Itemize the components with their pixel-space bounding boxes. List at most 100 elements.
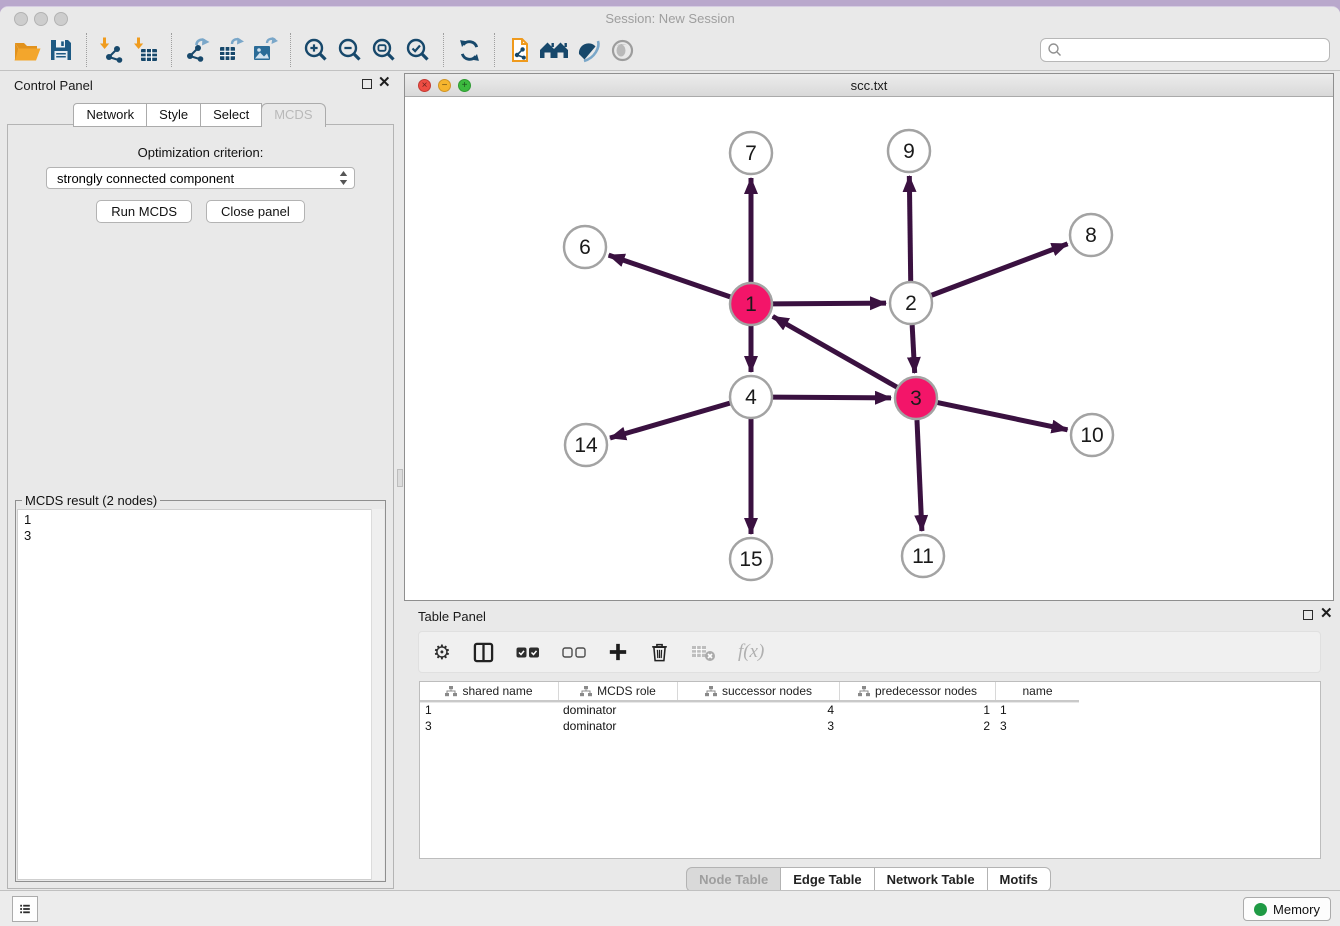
close-panel-icon[interactable]: ✕ [378,74,391,92]
graph-edge-2-3[interactable] [912,325,915,373]
table-cell: 2 [839,718,995,734]
delete-rows-button[interactable] [650,641,669,663]
tab-mcds[interactable]: MCDS [261,103,325,127]
save-session-button[interactable] [44,34,78,66]
mcds-result-box: MCDS result (2 nodes) 13 [15,500,386,882]
run-mcds-button[interactable]: Run MCDS [96,200,192,223]
network-maximize-button[interactable]: + [458,79,471,92]
zoom-fit-button[interactable] [367,34,401,66]
vertical-split-handle[interactable] [397,469,403,487]
zoom-selected-button[interactable] [401,34,435,66]
import-network-button[interactable] [95,34,129,66]
control-panel: Control Panel ✕ Network Style Select MCD… [0,72,400,897]
tab-style[interactable]: Style [146,103,201,127]
tab-edge-table[interactable]: Edge Table [780,867,874,892]
mcds-panel-body: Optimization criterion: strongly connect… [7,124,394,889]
delete-icon [650,641,669,663]
apply-function-button[interactable]: f(x) [738,641,764,663]
clone-network-button[interactable] [503,34,537,66]
zoom-in-button[interactable] [299,34,333,66]
task-history-button[interactable] [12,896,38,922]
table-row[interactable]: 1dominator411 [420,702,1320,718]
deselect-all-columns-button[interactable] [562,647,586,658]
toolbar-separator [290,33,291,67]
tab-motifs[interactable]: Motifs [987,867,1051,892]
tab-network[interactable]: Network [73,103,147,127]
tab-select[interactable]: Select [200,103,262,127]
select-all-columns-button[interactable] [516,647,540,658]
select-all-icon [516,647,540,658]
import-table-button[interactable] [129,34,163,66]
toolbar-separator [86,33,87,67]
graph-edge-3-1[interactable] [773,316,897,387]
mcds-result-text[interactable]: 13 [17,509,384,880]
eye-button[interactable] [605,34,639,66]
search-icon [1047,42,1063,58]
tab-node-table[interactable]: Node Table [686,867,781,892]
graph-node-label: 6 [579,236,591,259]
zoom-selected-icon [405,37,431,63]
window-zoom-button[interactable] [54,12,68,26]
graph-node-label: 3 [910,387,922,410]
export-table-button[interactable] [214,34,248,66]
import-table-icon [133,37,159,63]
column-header-shared-name[interactable]: shared name [420,682,558,700]
network-close-button[interactable]: × [418,79,431,92]
network-minimize-button[interactable]: − [438,79,451,92]
close-panel-button[interactable]: Close panel [206,200,305,223]
graph-edge-3-10[interactable] [938,403,1068,430]
refresh-button[interactable] [452,34,486,66]
table-settings-button[interactable]: ⚙ [433,642,451,662]
memory-label: Memory [1273,902,1320,917]
tab-network-table[interactable]: Network Table [874,867,988,892]
graph-edge-2-9[interactable] [909,176,910,281]
hierarchy-icon [858,686,870,697]
table-body: 1dominator4113dominator323 [420,702,1320,734]
search-input[interactable] [1063,42,1323,59]
home-button[interactable] [537,34,571,66]
zoom-out-button[interactable] [333,34,367,66]
graph-edge-4-14[interactable] [610,403,730,438]
optimization-criterion-label: Optimization criterion: [8,145,393,160]
column-header-predecessor-nodes[interactable]: predecessor nodes [839,682,995,700]
zoom-in-icon [303,37,329,63]
window-close-button[interactable] [14,12,28,26]
hierarchy-icon [705,686,717,697]
export-network-button[interactable] [180,34,214,66]
graph-node-label: 15 [739,548,762,571]
hide-style-button[interactable] [571,34,605,66]
optimization-criterion-select[interactable]: strongly connected component [46,167,355,189]
table-cell: 4 [677,702,839,718]
open-session-button[interactable] [10,34,44,66]
column-header-MCDS-role[interactable]: MCDS role [558,682,677,700]
selected-option: strongly connected component [57,171,234,186]
main-window: Session: New Session [0,6,1340,926]
window-minimize-button[interactable] [34,12,48,26]
column-header-successor-nodes[interactable]: successor nodes [677,682,839,700]
table-panel: Table Panel ✕ ⚙ [404,603,1334,897]
graph-edge-3-11[interactable] [917,420,922,531]
export-image-button[interactable] [248,34,282,66]
refresh-icon [457,38,482,63]
add-column-button[interactable] [608,642,628,662]
graph-edge-1-6[interactable] [609,255,731,297]
add-icon [608,642,628,662]
show-columns-button[interactable] [473,642,494,663]
mcds-result-title: MCDS result (2 nodes) [22,493,160,508]
graph-edge-4-3[interactable] [773,397,891,398]
graph-edge-2-8[interactable] [932,244,1068,295]
float-panel-icon[interactable] [362,79,372,89]
table-cell: 3 [995,718,1079,734]
delete-column-button[interactable] [691,643,716,662]
graph-node-label: 4 [745,386,757,409]
memory-button[interactable]: Memory [1243,897,1331,921]
network-canvas[interactable]: 7968124314101511 [405,97,1333,600]
task-list-icon [19,900,31,918]
result-scrollbar[interactable] [371,509,384,880]
close-table-panel-icon[interactable]: ✕ [1320,605,1333,623]
table-row[interactable]: 3dominator323 [420,718,1320,734]
column-header-name[interactable]: name [995,682,1079,700]
table-toolbar: ⚙ [418,631,1321,673]
graph-edge-1-2[interactable] [773,303,886,304]
float-table-panel-icon[interactable] [1303,610,1313,620]
